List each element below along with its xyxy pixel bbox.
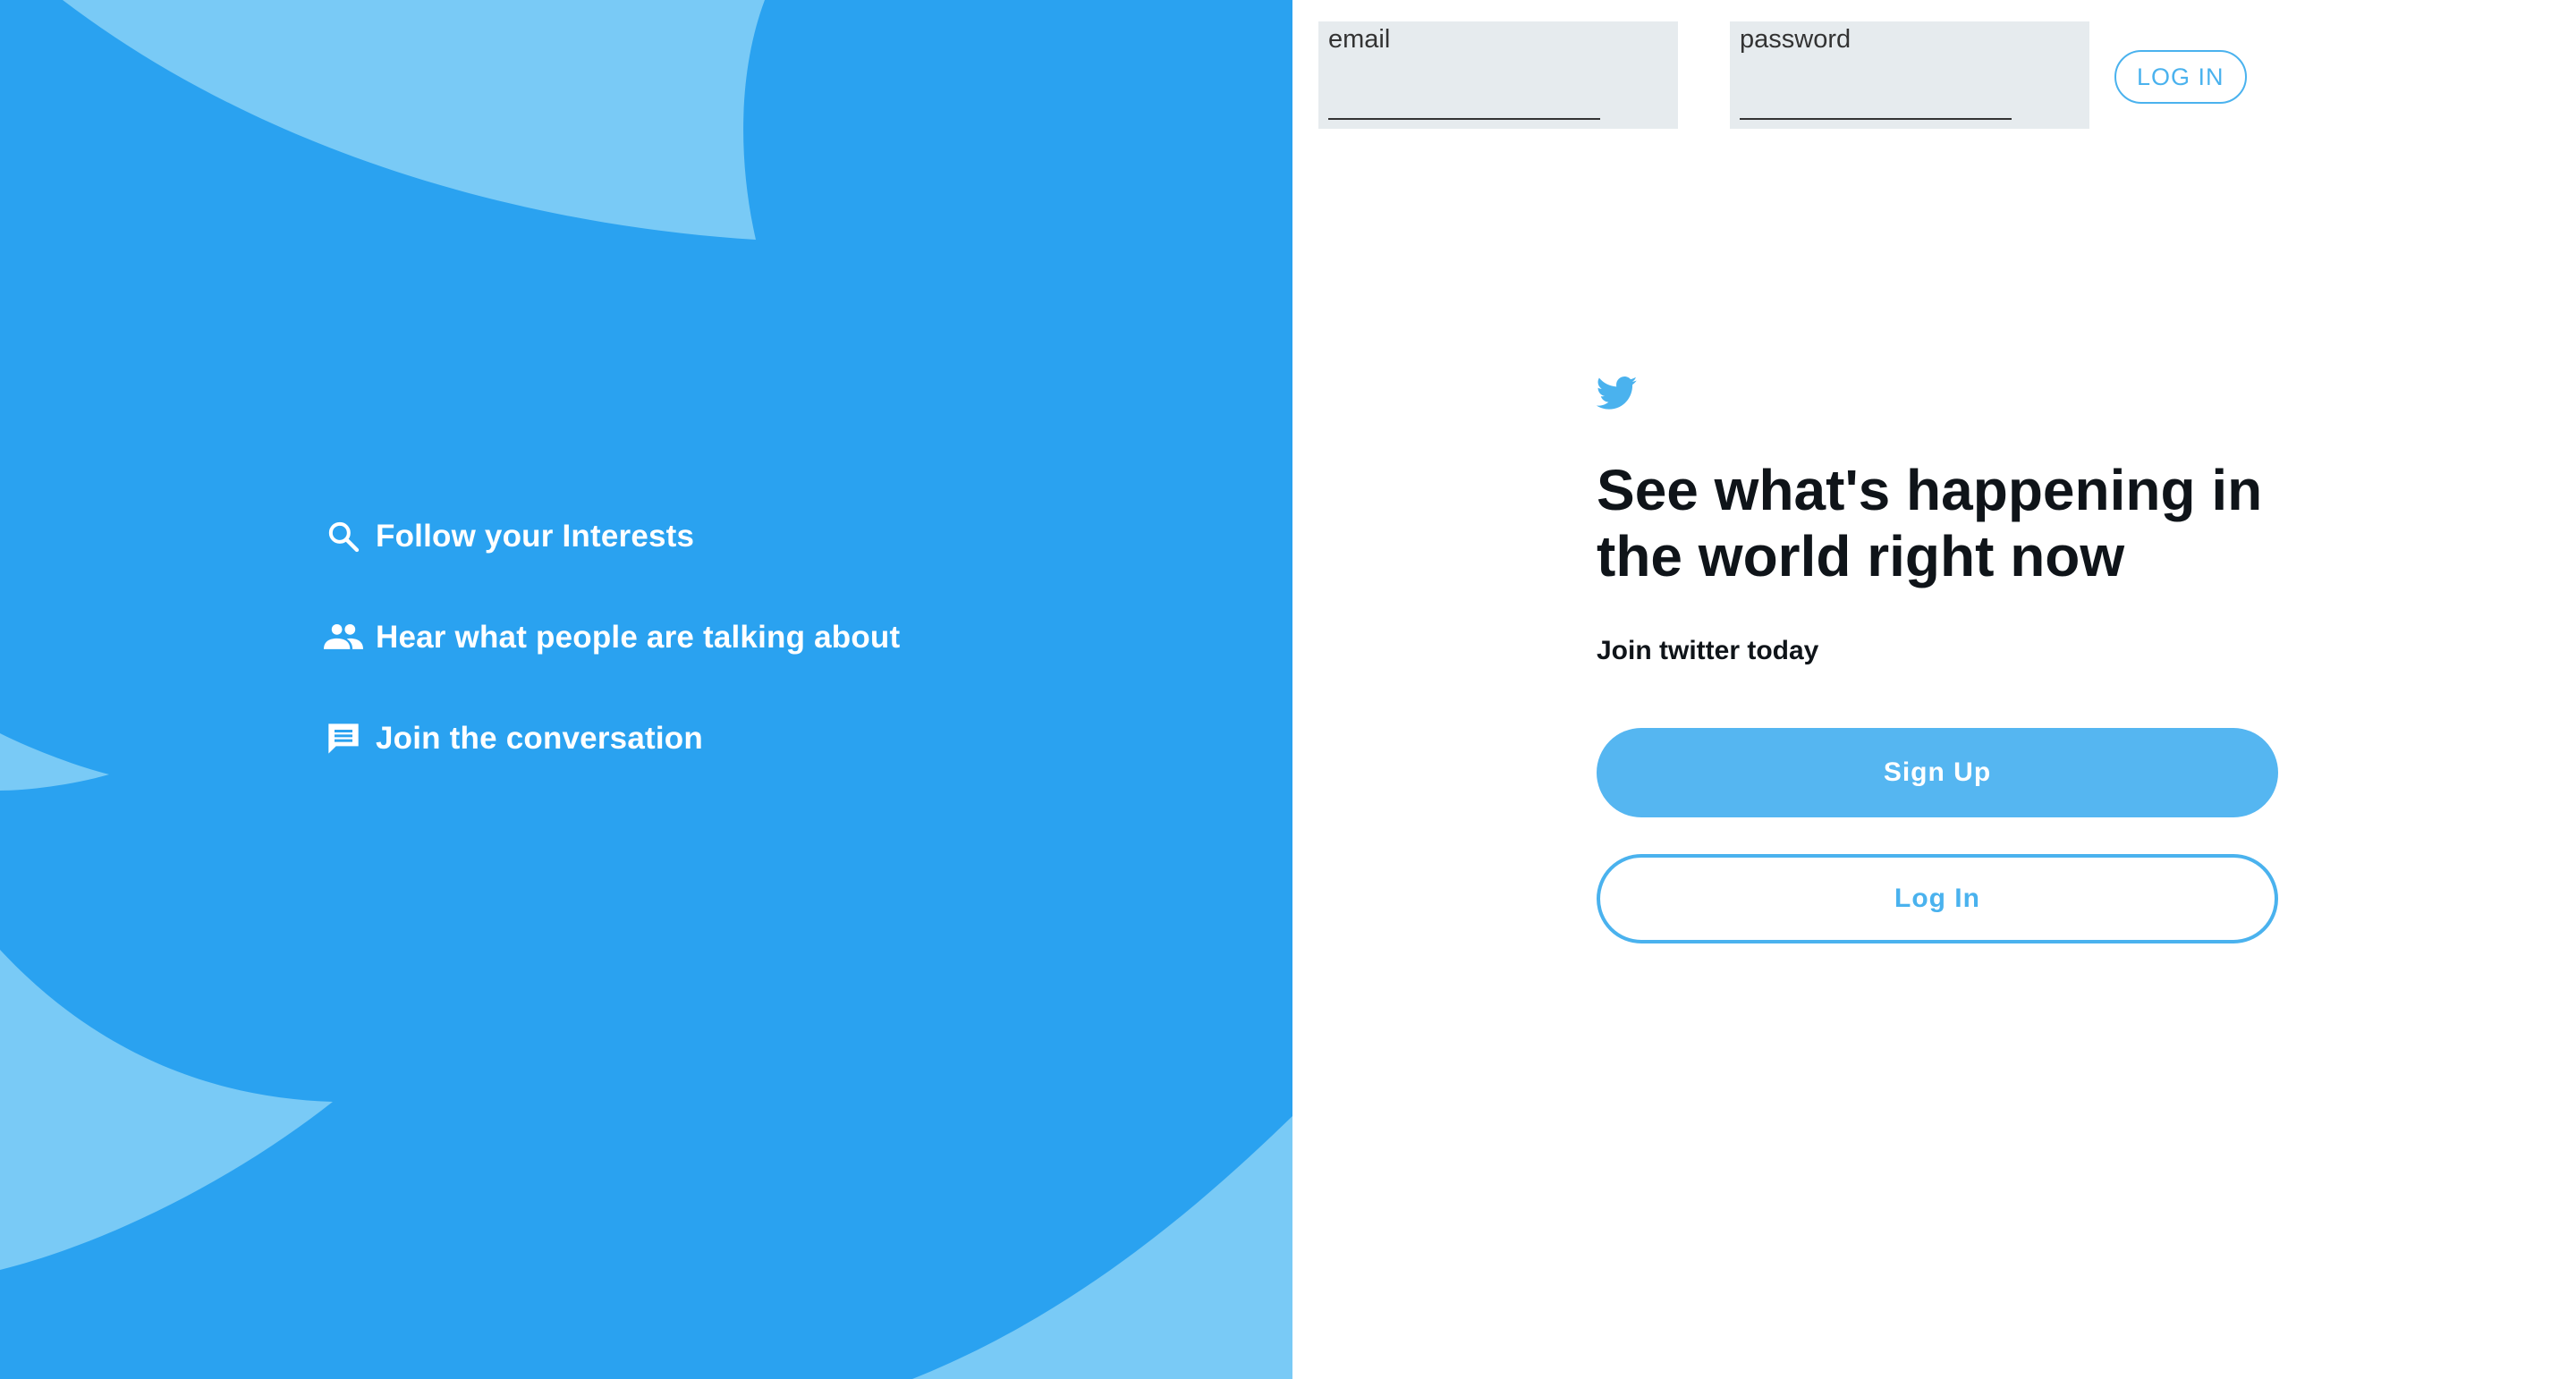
password-field-box: password: [1730, 21, 2089, 129]
log-in-button[interactable]: Log In: [1597, 854, 2278, 943]
feature-label: Follow your Interests: [376, 519, 695, 554]
feature-label: Join the conversation: [376, 721, 703, 756]
page: Follow your Interests Hear what people a…: [0, 0, 2576, 1379]
hero: See what's happening in the world right …: [1596, 376, 2294, 943]
feature-label: Hear what people are talking about: [376, 620, 901, 655]
left-panel: Follow your Interests Hear what people a…: [0, 0, 1292, 1379]
subtitle: Join twitter today: [1597, 636, 1819, 665]
email-label: email: [1328, 25, 1391, 54]
password-field[interactable]: [1740, 77, 2012, 120]
email-field[interactable]: [1328, 77, 1600, 120]
password-label: password: [1740, 25, 1852, 54]
right-panel: email password LOG IN See what's happeni…: [1292, 0, 2576, 1379]
people-icon: [324, 618, 363, 657]
email-field-box: email: [1318, 21, 1678, 129]
chat-icon: [324, 719, 363, 758]
twitter-bird-icon: [1596, 376, 1638, 410]
login-bar: email password LOG IN: [1318, 21, 2247, 129]
background-wing-bottom-right: [912, 1116, 1292, 1379]
background-wing-left: [0, 733, 109, 791]
background-wing-bottom-left: [0, 950, 333, 1270]
feature-follow: Follow your Interests: [324, 510, 900, 563]
feature-list: Follow your Interests Hear what people a…: [324, 510, 900, 813]
background-wing-top: [63, 0, 765, 240]
header-login-button[interactable]: LOG IN: [2114, 50, 2247, 104]
feature-hear: Hear what people are talking about: [324, 611, 900, 664]
page-title: See what's happening in the world right …: [1597, 458, 2263, 588]
feature-join: Join the conversation: [324, 712, 900, 766]
sign-up-button[interactable]: Sign Up: [1597, 728, 2278, 817]
search-icon: [324, 517, 363, 556]
